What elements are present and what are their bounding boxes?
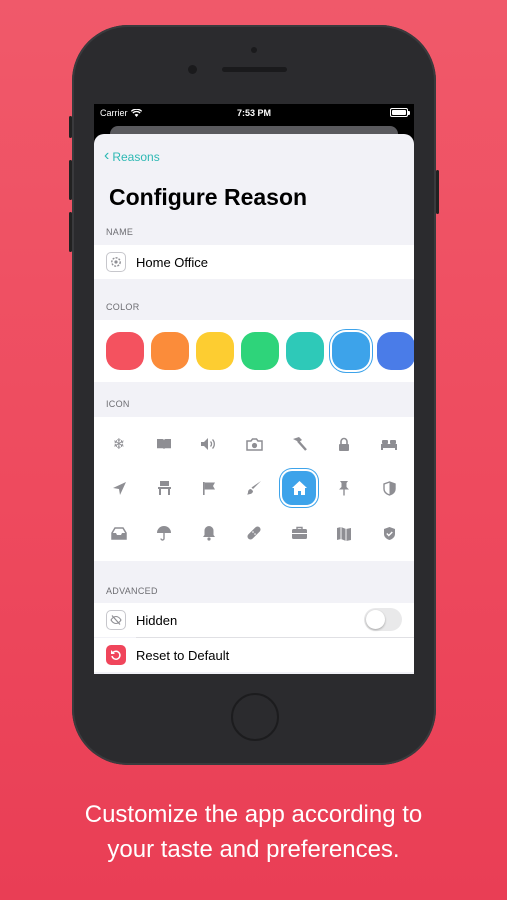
name-field[interactable]: Home Office: [136, 255, 208, 270]
hidden-row: Hidden: [94, 603, 414, 637]
status-time: 7:53 PM: [236, 108, 271, 118]
bed-icon[interactable]: [374, 429, 404, 459]
shield-check-icon[interactable]: [374, 518, 404, 548]
hidden-label: Hidden: [136, 612, 178, 628]
reset-row[interactable]: Reset to Default: [94, 638, 414, 672]
caption-line-2: your taste and preferences.: [107, 836, 400, 863]
hidden-toggle[interactable]: [364, 608, 402, 631]
color-swatch-indigo[interactable]: [377, 332, 414, 370]
back-button-label: Reasons: [112, 150, 160, 164]
color-swatch-blue[interactable]: [332, 332, 370, 370]
location-arrow-icon[interactable]: [104, 473, 134, 503]
section-header-color: COLOR: [106, 302, 140, 312]
power-button: [436, 170, 439, 214]
section-header-icon: ICON: [106, 399, 130, 409]
bandage-icon[interactable]: [239, 518, 269, 548]
shield-icon[interactable]: [374, 473, 404, 503]
color-swatch-yellow[interactable]: [196, 332, 234, 370]
color-swatch-red[interactable]: [106, 332, 144, 370]
section-header-name: NAME: [106, 227, 134, 237]
color-swatch-green[interactable]: [241, 332, 279, 370]
front-camera: [188, 65, 197, 74]
book-icon[interactable]: [149, 429, 179, 459]
briefcase-icon[interactable]: [284, 518, 314, 548]
configure-sheet: ‹ Reasons Configure Reason NAME Home Off…: [94, 134, 414, 674]
pin-icon[interactable]: [329, 473, 359, 503]
caption-line-1: Customize the app according to: [84, 801, 423, 828]
hammer-icon[interactable]: [284, 429, 314, 459]
phone-screen: Carrier 7:53 PM ‹ Reasons Configure Reas…: [94, 104, 414, 674]
reset-icon: [106, 645, 126, 665]
page-title: Configure Reason: [109, 184, 308, 210]
status-bar: Carrier 7:53 PM: [94, 104, 414, 122]
chair-icon[interactable]: [149, 473, 179, 503]
phone-sensor: [251, 47, 257, 53]
name-row[interactable]: Home Office: [94, 245, 414, 279]
promo-caption: Customize the app according to your tast…: [0, 797, 507, 867]
mute-switch: [69, 116, 72, 138]
volume-down-button: [69, 212, 72, 252]
tray-icon[interactable]: [104, 518, 134, 548]
paintbrush-icon[interactable]: [239, 473, 269, 503]
battery-icon: [390, 108, 410, 117]
umbrella-icon[interactable]: [149, 518, 179, 548]
speaker-icon[interactable]: [194, 429, 224, 459]
toggle-knob: [366, 610, 385, 629]
eye-slash-icon: [106, 610, 126, 630]
back-button[interactable]: ‹ Reasons: [104, 147, 160, 165]
icon-picker: ❄: [94, 417, 414, 561]
section-header-advanced: ADVANCED: [106, 586, 158, 596]
reset-label: Reset to Default: [136, 647, 230, 663]
map-icon[interactable]: [329, 518, 359, 548]
volume-up-button: [69, 160, 72, 200]
color-swatch-orange[interactable]: [151, 332, 189, 370]
flag-icon[interactable]: [194, 473, 224, 503]
gear-icon: [106, 252, 126, 272]
home-button[interactable]: [231, 693, 279, 741]
color-swatch-teal[interactable]: [286, 332, 324, 370]
earpiece-speaker: [222, 67, 287, 72]
lock-icon[interactable]: [329, 429, 359, 459]
bell-icon[interactable]: [194, 518, 224, 548]
house-icon[interactable]: [282, 471, 316, 505]
chevron-left-icon: ‹: [104, 147, 110, 164]
color-picker: [94, 320, 414, 382]
snowflake-icon[interactable]: ❄: [104, 429, 134, 459]
camera-icon[interactable]: [239, 429, 269, 459]
